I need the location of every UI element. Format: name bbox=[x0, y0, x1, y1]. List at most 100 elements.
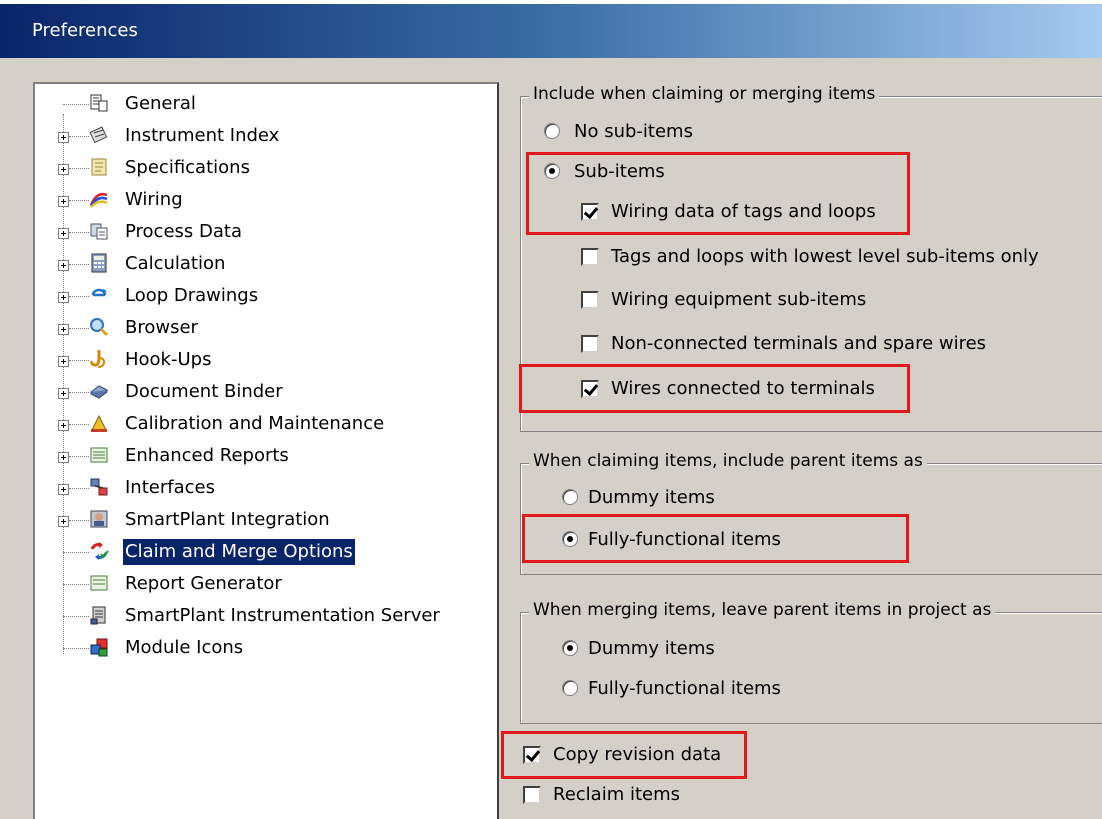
non-connected-checkbox[interactable] bbox=[581, 335, 599, 353]
tree-item-label: Specifications bbox=[125, 157, 250, 178]
no-sub-items-radio[interactable] bbox=[544, 123, 560, 139]
smartplant-integration-icon bbox=[90, 510, 108, 528]
expand-icon[interactable] bbox=[58, 132, 69, 143]
copy-revision-label: Copy revision data bbox=[553, 744, 722, 765]
tree-item-document-binder[interactable]: Document Binder bbox=[35, 378, 495, 410]
instrument-index-icon bbox=[89, 126, 108, 144]
tree-item-browser[interactable]: Browser bbox=[35, 314, 495, 346]
expand-icon[interactable] bbox=[58, 260, 69, 271]
claim-fully-radio[interactable] bbox=[562, 531, 578, 547]
tree-line bbox=[69, 328, 89, 329]
merge-fully-radio[interactable] bbox=[562, 680, 578, 696]
tree-item-interfaces[interactable]: Interfaces bbox=[35, 474, 495, 506]
tree-item-process-data[interactable]: Process Data bbox=[35, 218, 495, 250]
wiring-data-label: Wiring data of tags and loops bbox=[611, 201, 876, 222]
tree-item-label: Wiring bbox=[125, 189, 183, 210]
tree-line bbox=[69, 264, 89, 265]
merge-fully-label: Fully-functional items bbox=[588, 678, 781, 699]
tree-line bbox=[69, 232, 89, 233]
tree-line bbox=[69, 136, 89, 137]
reclaim-items-checkbox[interactable] bbox=[523, 786, 541, 804]
no-sub-items-label: No sub-items bbox=[574, 121, 693, 142]
wiring-equipment-checkbox[interactable] bbox=[581, 291, 599, 309]
calibration-icon bbox=[91, 414, 107, 432]
sub-items-label: Sub-items bbox=[574, 161, 665, 182]
expand-icon[interactable] bbox=[58, 164, 69, 175]
tree-item-label: Instrument Index bbox=[125, 125, 280, 146]
expand-icon[interactable] bbox=[58, 484, 69, 495]
merging-parent-group: When merging items, leave parent items i… bbox=[520, 600, 1102, 724]
expand-icon[interactable] bbox=[58, 356, 69, 367]
copy-revision-checkbox[interactable] bbox=[523, 746, 541, 764]
tree-item-label: Calibration and Maintenance bbox=[125, 413, 385, 434]
specifications-icon bbox=[91, 158, 107, 176]
reclaim-items-label: Reclaim items bbox=[553, 784, 681, 805]
tree-line bbox=[69, 168, 89, 169]
magnifier-icon bbox=[90, 318, 109, 337]
claim-dummy-label: Dummy items bbox=[588, 487, 715, 508]
expand-icon[interactable] bbox=[58, 516, 69, 527]
claim-fully-label: Fully-functional items bbox=[588, 529, 781, 550]
tree-item-smartplant-server[interactable]: SmartPlant Instrumentation Server bbox=[35, 602, 495, 634]
title-bar[interactable]: Preferences bbox=[0, 0, 1102, 58]
module-icons-icon bbox=[90, 638, 108, 657]
tree-item-specifications[interactable]: Specifications bbox=[35, 154, 495, 186]
tree-item-module-icons[interactable]: Module Icons bbox=[35, 634, 495, 666]
loop-drawings-icon bbox=[91, 288, 107, 297]
tree-item-label: Hook-Ups bbox=[125, 349, 212, 370]
wires-connected-label: Wires connected to terminals bbox=[611, 378, 875, 399]
tree-item-calculation[interactable]: Calculation bbox=[35, 250, 495, 282]
expand-icon[interactable] bbox=[58, 420, 69, 431]
lowest-level-label: Tags and loops with lowest level sub-ite… bbox=[611, 246, 1039, 267]
tree-item-label: Interfaces bbox=[125, 477, 215, 498]
merge-dummy-label: Dummy items bbox=[588, 638, 715, 659]
report-icon bbox=[90, 447, 108, 463]
wires-connected-checkbox[interactable] bbox=[581, 380, 599, 398]
expand-icon[interactable] bbox=[58, 324, 69, 335]
tree-item-label: Document Binder bbox=[125, 381, 283, 402]
tree-item-general[interactable]: General bbox=[35, 90, 495, 122]
tree-item-label: Enhanced Reports bbox=[125, 445, 289, 466]
binder-icon bbox=[90, 385, 108, 399]
tree-item-label: Module Icons bbox=[125, 637, 244, 658]
tree-line bbox=[69, 392, 89, 393]
claim-dummy-radio[interactable] bbox=[562, 489, 578, 505]
tree-item-loop-drawings[interactable]: Loop Drawings bbox=[35, 282, 495, 314]
tree-item-instrument-index[interactable]: Instrument Index bbox=[35, 122, 495, 154]
tree-item-smartplant-integration[interactable]: SmartPlant Integration bbox=[35, 506, 495, 538]
tree-line bbox=[69, 200, 89, 201]
tree-item-report-generator[interactable]: Report Generator bbox=[35, 570, 495, 602]
calculator-icon bbox=[91, 253, 107, 273]
claiming-parent-group: When claiming items, include parent item… bbox=[520, 451, 1102, 575]
sub-items-radio[interactable] bbox=[544, 163, 560, 179]
preferences-dialog: Preferences General Instrument Index Spe… bbox=[0, 0, 1102, 819]
tree-item-calibration[interactable]: Calibration and Maintenance bbox=[35, 410, 495, 442]
merge-dummy-radio[interactable] bbox=[562, 640, 578, 656]
server-icon bbox=[90, 606, 106, 625]
tree-item-label: Browser bbox=[125, 317, 198, 338]
report-generator-icon bbox=[90, 575, 108, 591]
expand-icon[interactable] bbox=[58, 228, 69, 239]
general-icon bbox=[90, 94, 108, 112]
tree-item-label: SmartPlant Integration bbox=[125, 509, 330, 530]
wiring-data-checkbox[interactable] bbox=[581, 203, 599, 221]
tree-item-wiring[interactable]: Wiring bbox=[35, 186, 495, 218]
expand-icon[interactable] bbox=[58, 292, 69, 303]
expand-icon[interactable] bbox=[58, 452, 69, 463]
tree-line bbox=[69, 360, 89, 361]
lowest-level-checkbox[interactable] bbox=[581, 248, 599, 266]
tree-line bbox=[69, 424, 89, 425]
tree-item-claim-merge-options[interactable]: Claim and Merge Options bbox=[35, 538, 495, 570]
expand-icon[interactable] bbox=[58, 388, 69, 399]
group-title: When merging items, leave parent items i… bbox=[529, 600, 996, 620]
expand-icon[interactable] bbox=[58, 196, 69, 207]
tree-item-hook-ups[interactable]: Hook-Ups bbox=[35, 346, 495, 378]
preferences-tree[interactable]: General Instrument Index Specifications bbox=[33, 82, 499, 819]
tree-line bbox=[63, 552, 89, 553]
window-title: Preferences bbox=[32, 20, 138, 41]
tree-item-label: General bbox=[125, 93, 196, 114]
tree-line bbox=[63, 104, 89, 105]
tree-line bbox=[69, 456, 89, 457]
tree-item-enhanced-reports[interactable]: Enhanced Reports bbox=[35, 442, 495, 474]
tree-line bbox=[69, 488, 89, 489]
